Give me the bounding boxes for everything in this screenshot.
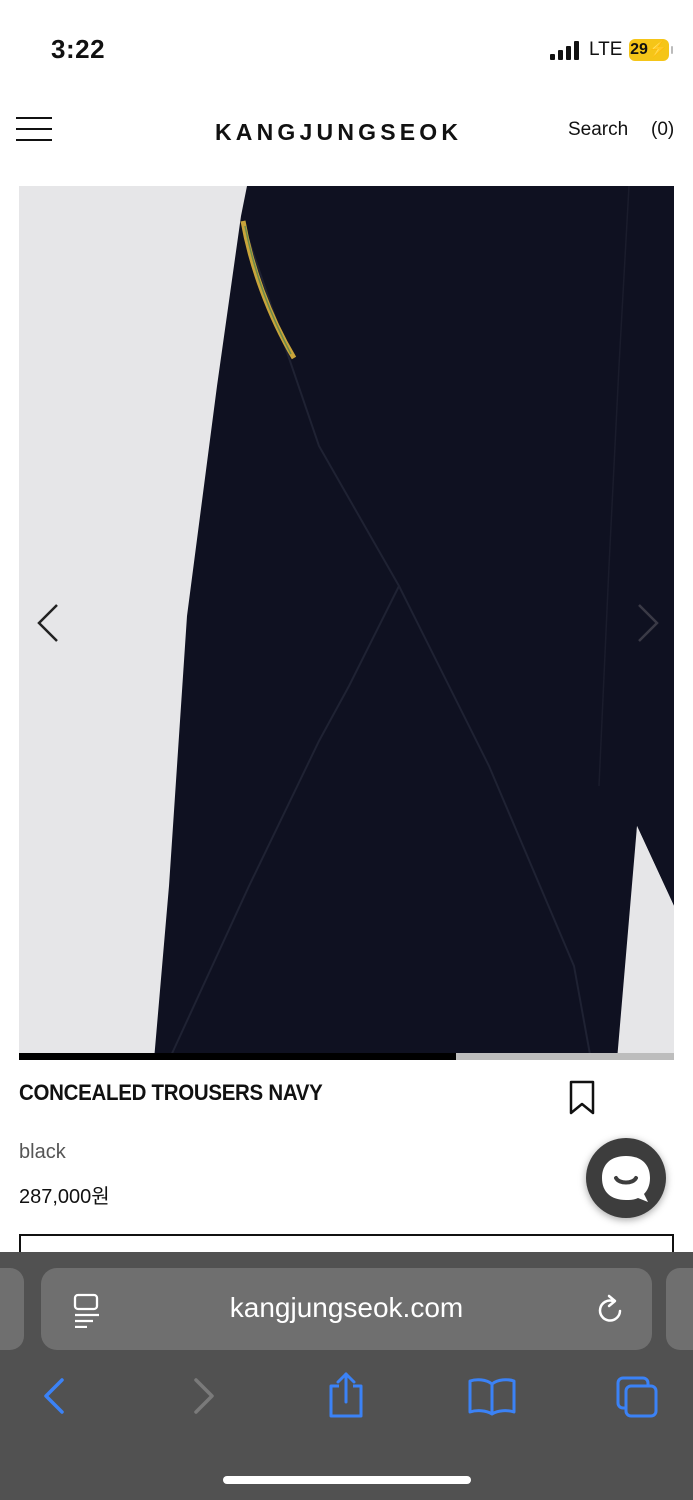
status-bar: 3:22 LTE 29⚡ — [0, 0, 693, 100]
signal-strength-icon — [550, 40, 582, 60]
chevron-right-icon[interactable] — [629, 593, 669, 653]
gallery-progress-bar — [19, 1053, 674, 1060]
status-time: 3:22 — [51, 34, 106, 64]
reload-icon[interactable] — [595, 1294, 627, 1326]
cart-link[interactable]: (0) — [651, 119, 674, 141]
battery-icon: 29⚡ — [629, 39, 673, 61]
home-indicator[interactable] — [223, 1476, 471, 1484]
site-header: KANGJUNGSEOK Search (0) — [0, 105, 693, 165]
tabs-icon[interactable] — [614, 1374, 660, 1420]
bookmark-icon[interactable] — [568, 1080, 596, 1116]
product-image-gallery[interactable] — [19, 186, 674, 1060]
next-tab-preview[interactable] — [666, 1268, 693, 1350]
url-text[interactable]: kangjungseok.com — [41, 1292, 652, 1324]
hamburger-menu-icon[interactable] — [16, 117, 52, 143]
address-bar[interactable]: kangjungseok.com — [41, 1268, 652, 1350]
browser-toolbar: kangjungseok.com — [0, 1252, 693, 1500]
previous-tab-preview[interactable] — [0, 1268, 24, 1350]
gallery-progress-fill — [19, 1053, 456, 1060]
chat-glyph-icon — [602, 1156, 650, 1202]
chat-bubble-icon[interactable] — [586, 1138, 666, 1218]
brand-logo[interactable]: KANGJUNGSEOK — [215, 119, 462, 146]
product-color: black — [19, 1141, 66, 1163]
chevron-left-icon[interactable] — [29, 593, 69, 653]
product-price: 287,000원 — [19, 1186, 110, 1208]
product-title: CONCEALED TROUSERS NAVY — [19, 1080, 323, 1105]
product-photo — [19, 186, 674, 1060]
battery-level: 29 — [630, 41, 648, 58]
forward-icon[interactable] — [190, 1376, 218, 1416]
back-icon[interactable] — [40, 1376, 68, 1416]
share-icon[interactable] — [326, 1370, 366, 1420]
search-link[interactable]: Search — [568, 119, 628, 141]
network-type: LTE — [589, 39, 623, 60]
bookmarks-icon[interactable] — [466, 1376, 518, 1416]
